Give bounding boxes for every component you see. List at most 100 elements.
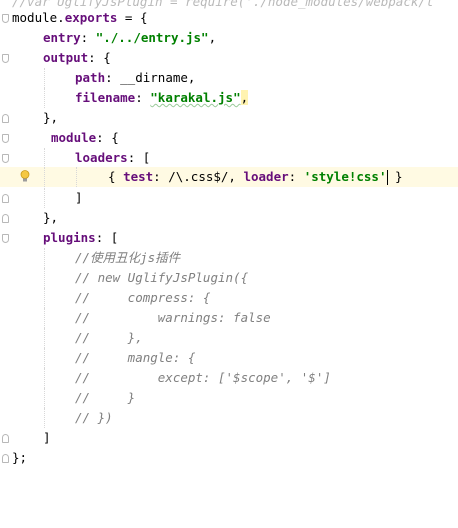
code-text: }; (12, 448, 27, 468)
token-property: plugins (43, 230, 96, 245)
token-string: 'style!css' (303, 169, 387, 184)
token-regex: : /\.css$/, (153, 169, 244, 184)
code-line[interactable]: }, (0, 108, 458, 128)
comment-text: // } (75, 390, 136, 405)
lightbulb-icon[interactable] (20, 170, 30, 183)
code-line[interactable]: filename: "karakal.js", (0, 88, 458, 108)
token-brace: { (108, 169, 124, 184)
code-line[interactable]: // compress: { (0, 288, 458, 308)
indent-guide (44, 248, 46, 268)
code-text: }, (43, 208, 58, 228)
token-property: loaders (75, 150, 128, 165)
token-property: output (43, 50, 89, 65)
token-property: filename (75, 90, 136, 105)
code-line[interactable]: // }, (0, 328, 458, 348)
code-line[interactable]: path: __dirname, (0, 68, 458, 88)
code-text: ] (43, 428, 51, 448)
code-text: }, (43, 108, 58, 128)
token-property: module (51, 130, 97, 145)
fold-toggle-icon[interactable] (2, 194, 9, 203)
token-comma: , (240, 90, 249, 105)
comment-text: // new UglifyJsPlugin({ (75, 270, 249, 285)
code-line[interactable]: }; (0, 448, 458, 468)
token-property: exports (64, 10, 118, 25)
token-punct: : { (88, 50, 111, 65)
token-punct: : { (96, 130, 119, 145)
fold-toggle-icon[interactable] (2, 234, 9, 243)
code-text: path: __dirname, (75, 68, 195, 88)
fold-toggle-icon[interactable] (2, 434, 9, 443)
comment-text: // }, (75, 330, 143, 345)
code-line[interactable]: // new UglifyJsPlugin({ (0, 268, 458, 288)
fold-toggle-icon[interactable] (2, 214, 9, 223)
token-punct: ] (75, 190, 83, 205)
token-punct: ] (43, 430, 51, 445)
token-punct: }, (43, 110, 59, 125)
indent-guide (44, 368, 46, 388)
indent-guide (44, 268, 46, 288)
code-line[interactable]: ] (0, 428, 458, 448)
token-string: "karakal.js" (150, 90, 241, 105)
fold-toggle-icon[interactable] (2, 114, 9, 123)
code-line[interactable]: module.exports = { (0, 8, 458, 28)
comment-text: //使用丑化js插件 (75, 250, 181, 265)
code-editor[interactable]: //var UglifyJsPlugin = require('./node_m… (0, 0, 458, 466)
token-colon: : (288, 169, 304, 184)
indent-guide (44, 288, 46, 308)
token-punct: }; (12, 450, 28, 465)
token-operator: = { (117, 10, 148, 25)
code-text: ] (75, 188, 83, 208)
token-dot: . (57, 10, 65, 25)
fold-toggle-icon[interactable] (2, 154, 9, 163)
code-line[interactable]: // mangle: { (0, 348, 458, 368)
code-line[interactable]: // }) (0, 408, 458, 428)
code-line[interactable]: // except: ['$scope', '$'] (0, 368, 458, 388)
token-value: : __dirname, (105, 70, 196, 85)
comment-text: // except: ['$scope', '$'] (75, 370, 331, 385)
comment-text: // mangle: { (75, 350, 196, 365)
indent-guide (44, 68, 46, 88)
code-line[interactable]: }, (0, 208, 458, 228)
code-text: loaders: [ (75, 148, 150, 168)
token-identifier: module (12, 10, 58, 25)
code-line[interactable]: output: { (0, 48, 458, 68)
token-property: loader (243, 169, 289, 184)
indent-guide (44, 328, 46, 348)
code-line[interactable]: // } (0, 388, 458, 408)
code-text: entry: "./../entry.js", (43, 28, 216, 48)
token-colon: : (80, 30, 96, 45)
token-property: path (75, 70, 106, 85)
code-text: module.exports = { (12, 8, 147, 28)
fold-toggle-icon[interactable] (2, 454, 9, 463)
code-text: module: { (51, 128, 119, 148)
code-text: plugins: [ (43, 228, 118, 248)
code-line[interactable]: plugins: [ (0, 228, 458, 248)
current-code-line[interactable]: { test: /\.css$/, loader: 'style!css' } (0, 167, 458, 187)
token-punct: : [ (127, 150, 151, 165)
fold-toggle-icon[interactable] (2, 14, 9, 23)
indent-guide (44, 348, 46, 368)
code-line[interactable]: //使用丑化js插件 (0, 248, 458, 268)
fold-toggle-icon[interactable] (2, 54, 9, 63)
indent-guide (44, 88, 46, 108)
token-colon: : (135, 90, 151, 105)
code-line[interactable]: entry: "./../entry.js", (0, 28, 458, 48)
indent-guide (44, 148, 46, 168)
token-property: test (123, 169, 154, 184)
comment-text: // }) (75, 410, 113, 425)
indent-guide (44, 308, 46, 328)
indent-guide (44, 388, 46, 408)
comment-text: // warnings: false (75, 310, 271, 325)
code-line[interactable]: loaders: [ (0, 148, 458, 168)
code-text: filename: "karakal.js", (75, 88, 249, 108)
fold-toggle-icon[interactable] (2, 134, 9, 143)
indent-guide (44, 408, 46, 428)
code-line[interactable]: module: { (0, 128, 458, 148)
token-punct: : [ (95, 230, 119, 245)
token-string: "./../entry.js" (95, 30, 209, 45)
code-line[interactable]: ] (0, 188, 458, 208)
token-comma: , (208, 30, 217, 45)
token-property: entry (43, 30, 81, 45)
indent-guide (76, 167, 78, 187)
code-line[interactable]: // warnings: false (0, 308, 458, 328)
